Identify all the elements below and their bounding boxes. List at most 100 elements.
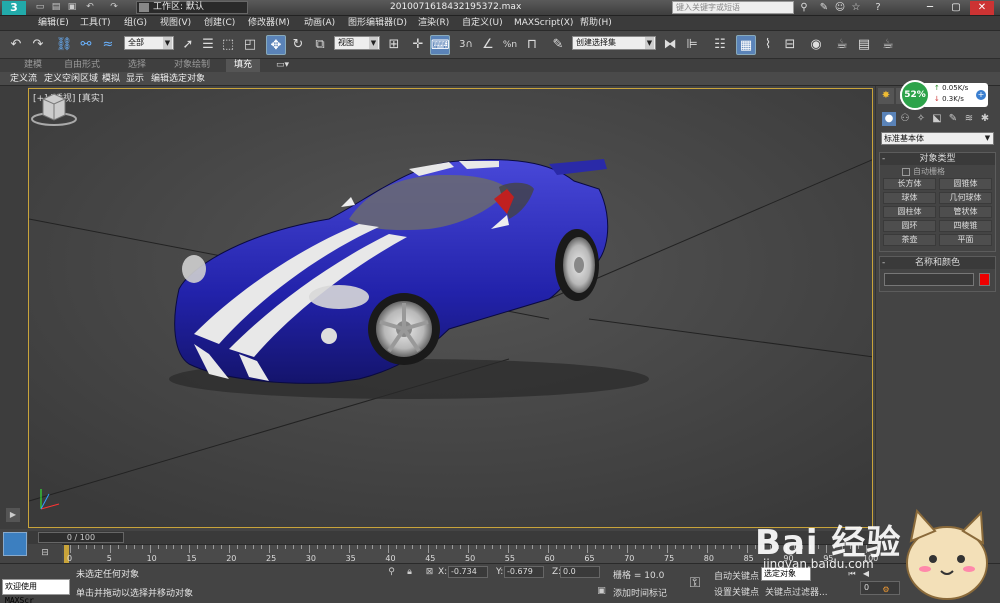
- menu-create[interactable]: 创建(C): [204, 17, 235, 30]
- unlink-icon[interactable]: ⚯: [76, 35, 96, 55]
- named-selection-dropdown[interactable]: 创建选择集 ▼: [572, 36, 656, 50]
- save-file-icon[interactable]: ▣: [66, 2, 78, 13]
- pivot-center-icon[interactable]: ⊞: [384, 35, 404, 55]
- geometry-icon[interactable]: ●: [882, 112, 896, 126]
- add-time-tag-button[interactable]: 添加时间标记: [613, 586, 667, 599]
- select-by-name-icon[interactable]: ☰: [198, 35, 218, 55]
- perspective-viewport[interactable]: [+] [透视] [真实]: [28, 88, 873, 528]
- isolate-icon[interactable]: ⚲: [386, 567, 397, 578]
- angle-snap-icon[interactable]: ∠: [478, 35, 498, 55]
- teapot-button[interactable]: 茶壶: [883, 234, 936, 246]
- wrench-icon[interactable]: ✎: [818, 2, 830, 14]
- plane-button[interactable]: 平面: [939, 234, 992, 246]
- maximize-button[interactable]: ▢: [944, 1, 968, 15]
- absolute-mode-icon[interactable]: ⊠: [424, 567, 435, 578]
- autogrid-checkbox[interactable]: 自动栅格: [902, 166, 945, 177]
- create-tab-icon[interactable]: ✸: [878, 88, 894, 104]
- search-input[interactable]: 键入关键字或短语: [672, 1, 794, 14]
- subtab-simulate[interactable]: 模拟: [102, 72, 120, 86]
- key-filters-button[interactable]: 关键点过滤器...: [765, 585, 828, 598]
- mini-viewport-icon[interactable]: [3, 532, 27, 556]
- add-icon[interactable]: +: [976, 90, 986, 100]
- mirror-icon[interactable]: ⧓: [660, 35, 680, 55]
- edit-named-selection-icon[interactable]: ✎: [548, 35, 568, 55]
- menu-graph-editors[interactable]: 图形编辑器(D): [348, 17, 407, 30]
- menu-help[interactable]: 帮助(H): [580, 17, 612, 30]
- redo-icon[interactable]: ↷: [28, 35, 48, 55]
- help-icon[interactable]: ?: [872, 2, 884, 14]
- time-tag-icon[interactable]: ▣: [596, 586, 607, 597]
- open-file-icon[interactable]: ▤: [50, 2, 62, 13]
- schematic-view-icon[interactable]: ⊟: [780, 35, 800, 55]
- link-icon[interactable]: ⛓: [54, 35, 74, 55]
- x-coordinate-field[interactable]: -0.734: [448, 566, 488, 578]
- tube-button[interactable]: 管状体: [939, 206, 992, 218]
- menu-animation[interactable]: 动画(A): [304, 17, 335, 30]
- layer-manager-icon[interactable]: ☷: [710, 35, 730, 55]
- bind-space-warp-icon[interactable]: ≈: [98, 35, 118, 55]
- menu-view[interactable]: 视图(V): [160, 17, 191, 30]
- auto-key-button[interactable]: 自动关键点: [714, 569, 759, 582]
- redo-icon[interactable]: ↷: [108, 2, 120, 13]
- menu-rendering[interactable]: 渲染(R): [418, 17, 449, 30]
- spinner-snap-icon[interactable]: ⊓: [522, 35, 542, 55]
- minimize-button[interactable]: ─: [918, 1, 942, 15]
- time-slider[interactable]: 0 / 100: [28, 531, 873, 544]
- close-button[interactable]: ✕: [970, 1, 994, 15]
- viewcube-icon[interactable]: [29, 89, 79, 129]
- selection-filter-dropdown[interactable]: 全部 ▼: [124, 36, 174, 50]
- render-setup-icon[interactable]: ☕: [832, 35, 852, 55]
- box-button[interactable]: 长方体: [883, 178, 936, 190]
- select-object-icon[interactable]: ➚: [178, 35, 198, 55]
- systems-icon[interactable]: ✱: [978, 112, 992, 126]
- shapes-icon[interactable]: ⚇: [898, 112, 912, 126]
- menu-group[interactable]: 组(G): [124, 17, 147, 30]
- helpers-icon[interactable]: ✎: [946, 112, 960, 126]
- undo-icon[interactable]: ↶: [6, 35, 26, 55]
- select-manipulate-icon[interactable]: ✛: [408, 35, 428, 55]
- curve-editor-icon[interactable]: ⌇: [758, 35, 778, 55]
- reference-coordinate-dropdown[interactable]: 视图 ▼: [334, 36, 380, 50]
- object-name-field[interactable]: [884, 273, 974, 286]
- ribbon-tab-selection[interactable]: 选择: [128, 59, 146, 72]
- object-color-swatch[interactable]: [979, 273, 990, 286]
- track-bar[interactable]: 0 5 10 15 20 25 30 35 40 45 50 55 60 65 70 75 80 85 90 95 10…: [62, 544, 878, 564]
- subtab-edit-selected[interactable]: 编辑选定对象: [151, 72, 205, 86]
- time-slider-thumb[interactable]: 0 / 100: [38, 532, 124, 543]
- track-bar-toggle-icon[interactable]: ⊟: [28, 544, 62, 563]
- app-logo-icon[interactable]: 3: [2, 1, 26, 15]
- ribbon-tab-freeform[interactable]: 自由形式: [64, 59, 100, 72]
- selected-objects-field[interactable]: 选定对象: [761, 567, 811, 581]
- menu-edit[interactable]: 编辑(E): [38, 17, 69, 30]
- cameras-icon[interactable]: ⬕: [930, 112, 944, 126]
- select-and-scale-icon[interactable]: ⧉: [310, 35, 330, 55]
- subtab-define-idle-areas[interactable]: 定义空闲区域: [44, 72, 98, 86]
- new-file-icon[interactable]: ▭: [34, 2, 46, 13]
- ribbon-tab-object-paint[interactable]: 对象绘制: [174, 59, 210, 72]
- name-color-header[interactable]: - 名称和颜色: [880, 257, 995, 269]
- ribbon-tab-modeling[interactable]: 建模: [24, 59, 42, 72]
- search-icon[interactable]: ⚲: [798, 2, 810, 14]
- time-config-icon[interactable]: ⚙: [880, 584, 892, 595]
- space-warps-icon[interactable]: ≋: [962, 112, 976, 126]
- geosphere-button[interactable]: 几何球体: [939, 192, 992, 204]
- y-coordinate-field[interactable]: -0.679: [504, 566, 544, 578]
- render-production-icon[interactable]: ☕: [878, 35, 898, 55]
- menu-customize[interactable]: 自定义(U): [462, 17, 503, 30]
- menu-tools[interactable]: 工具(T): [80, 17, 111, 30]
- star-icon[interactable]: ☆: [850, 2, 862, 14]
- maxscript-listener[interactable]: 欢迎使用 MAXScr: [2, 579, 70, 603]
- select-and-rotate-icon[interactable]: ↻: [288, 35, 308, 55]
- object-category-dropdown[interactable]: 标准基本体 ▼: [881, 132, 994, 145]
- torus-button[interactable]: 圆环: [883, 220, 936, 232]
- pyramid-button[interactable]: 四棱锥: [939, 220, 992, 232]
- material-editor-icon[interactable]: ◉: [806, 35, 826, 55]
- subtab-display[interactable]: 显示: [126, 72, 144, 86]
- snaps-toggle-icon[interactable]: 3∩: [456, 35, 476, 55]
- selection-lock-icon[interactable]: 🔒︎: [404, 567, 415, 578]
- graphite-tools-icon[interactable]: ▦: [736, 35, 756, 55]
- undo-icon[interactable]: ↶: [84, 2, 96, 13]
- ribbon-options-icon[interactable]: ▭▾: [276, 59, 289, 72]
- go-to-start-icon[interactable]: ⏮: [846, 568, 858, 579]
- network-monitor-widget[interactable]: ↑ 0.05K/s ↓ 0.3K/s + 52%: [900, 80, 990, 110]
